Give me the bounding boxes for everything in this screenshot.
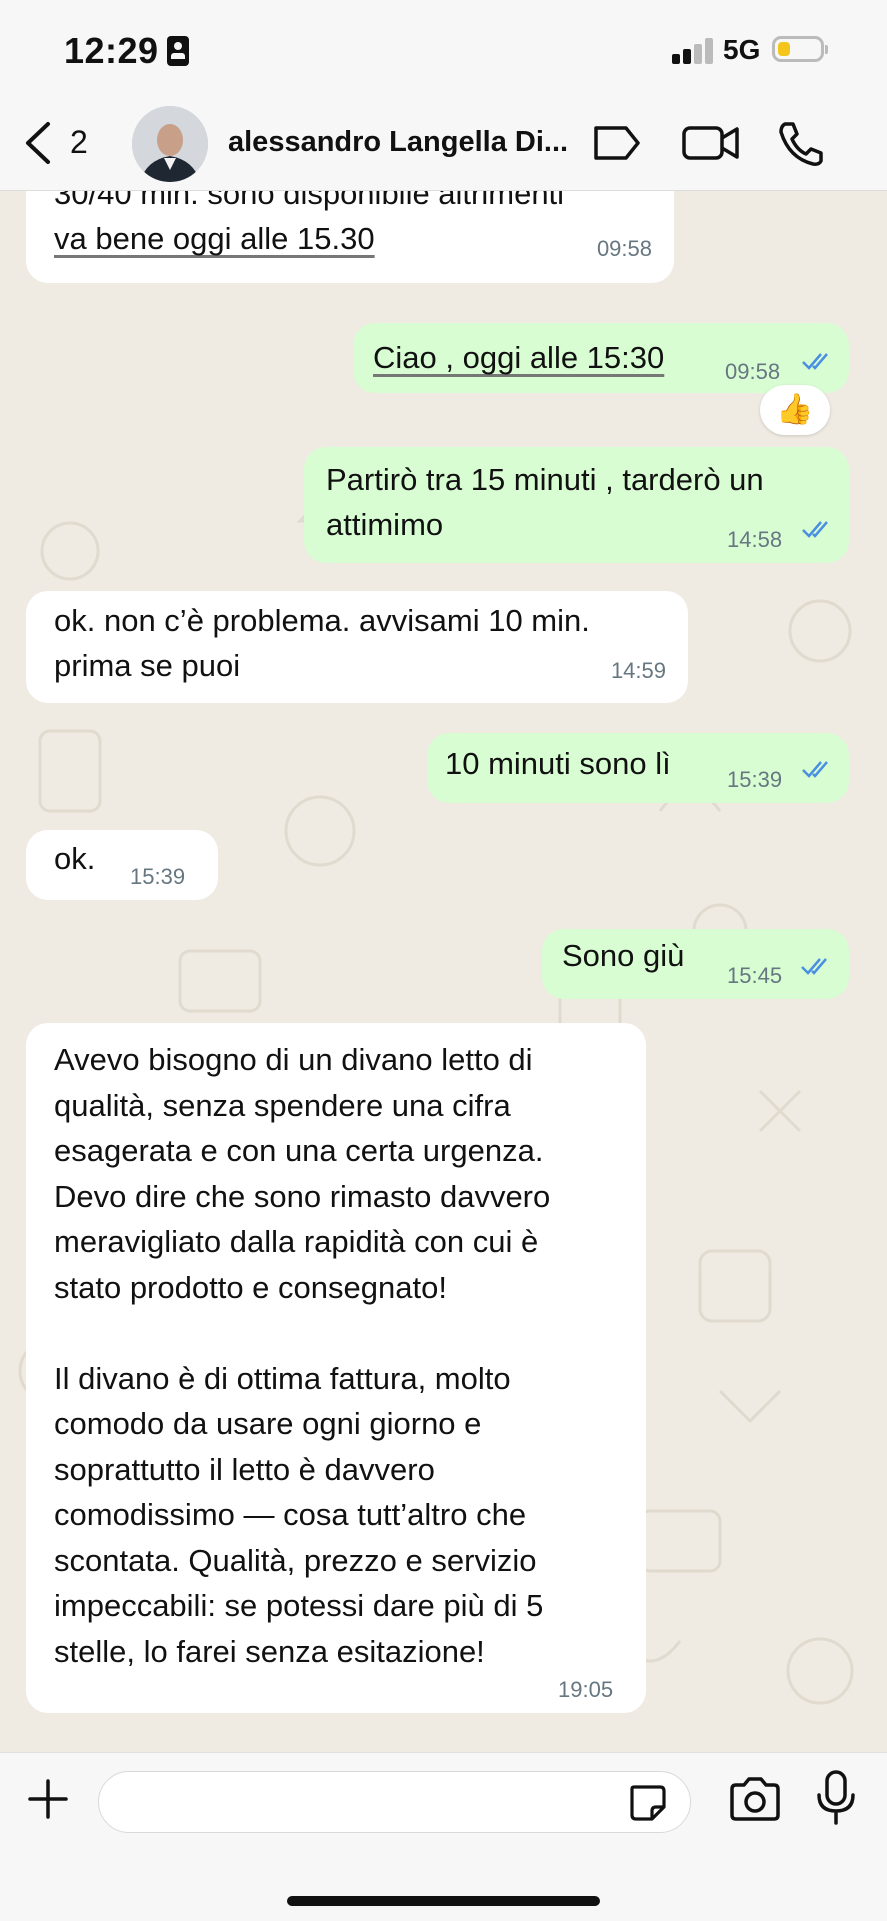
sticker-icon — [630, 1785, 666, 1821]
message-text: meravigliato dalla rapidità con cui è — [54, 1224, 539, 1259]
message-text: 30/40 min. sono disponibile altrimenti — [54, 191, 565, 211]
sticker-button[interactable] — [626, 1781, 670, 1830]
message-text: Avevo bisogno di un divano letto di — [54, 1042, 533, 1077]
message-bubble-incoming[interactable]: 19:05 Avevo bisogno di un divano letto d… — [26, 1023, 646, 1713]
microphone-button[interactable] — [814, 1769, 858, 1832]
message-text: prima se puoi — [54, 648, 241, 683]
double-check-icon — [802, 353, 828, 370]
message-text: Il divano è di ottima fattura, molto — [54, 1360, 511, 1396]
chat-header: 2 alessandro Langella Di... — [0, 100, 887, 191]
double-check-icon — [802, 521, 828, 538]
message-bubble-outgoing[interactable]: 10 minuti sono lì 15:39 — [427, 733, 849, 803]
message-time: 15:39 — [727, 767, 783, 792]
message-text: va bene oggi alle 15.30 — [54, 221, 375, 256]
message-time: 15:39 — [130, 864, 186, 889]
message-time: 15:45 — [727, 963, 783, 988]
message-text: impeccabili: se potessi dare più di 5 — [54, 1588, 544, 1623]
message-text: ok. non c’è problema. avvisami 10 min. — [54, 603, 590, 638]
chevron-left-icon — [26, 122, 50, 164]
message-time: 19:05 — [558, 1677, 614, 1702]
cellular-signal-icon — [672, 38, 714, 64]
home-indicator — [287, 1896, 600, 1906]
network-type: 5G — [723, 34, 761, 65]
message-bubble-incoming[interactable]: ok. non c’è problema. avvisami 10 min. p… — [26, 591, 688, 703]
message-text: stato prodotto e consegnato! — [54, 1269, 447, 1305]
message-time: 14:59 — [610, 658, 666, 683]
label-button[interactable] — [590, 118, 644, 173]
battery-icon — [772, 36, 828, 62]
message-text: 10 minuti sono lì — [445, 746, 671, 781]
message-text: attimimo — [326, 507, 444, 542]
battery-level — [778, 42, 790, 56]
contact-name[interactable]: alessandro Langella Di... — [228, 126, 568, 159]
message-text: ok. — [54, 841, 96, 876]
message-reaction[interactable]: 👍 — [760, 385, 830, 435]
microphone-icon — [817, 1770, 855, 1825]
phone-icon — [779, 122, 823, 166]
message-text: Sono giù — [562, 938, 685, 973]
message-text: esagerata e con una certa urgenza. — [54, 1133, 544, 1168]
plus-icon — [28, 1779, 68, 1819]
message-bubble-incoming[interactable]: 30/40 min. sono disponibile altrimenti v… — [26, 191, 674, 283]
message-text: soprattutto il letto è davvero — [54, 1451, 435, 1487]
message-bubble-outgoing[interactable]: Ciao , oggi alle 15:30 09:58 — [353, 323, 849, 393]
video-camera-icon — [682, 126, 739, 160]
attach-button[interactable] — [24, 1775, 72, 1828]
contact-avatar[interactable] — [132, 106, 208, 182]
voice-call-button[interactable] — [775, 118, 825, 173]
camera-icon — [730, 1777, 780, 1821]
tag-icon — [594, 126, 640, 160]
camera-button[interactable] — [728, 1773, 782, 1830]
message-time: 14:58 — [727, 527, 783, 552]
message-text: qualità, senza spendere una cifra — [54, 1087, 511, 1123]
message-bubble-outgoing[interactable]: Sono giù 15:45 — [542, 929, 849, 999]
double-check-icon — [801, 958, 827, 975]
message-text: comodo da usare ogni giorno e — [54, 1406, 482, 1441]
back-unread-count[interactable]: 2 — [70, 124, 88, 161]
video-call-button[interactable] — [681, 118, 741, 173]
message-text: Devo dire che sono rimasto davvero — [54, 1178, 551, 1214]
message-text: stelle, lo farei senza esitazione! — [54, 1633, 485, 1669]
chat-area[interactable]: 30/40 min. sono disponibile altrimenti v… — [0, 191, 887, 1751]
status-bar: 12:29 5G — [0, 0, 887, 100]
message-text: scontata. Qualità, prezzo e servizio — [54, 1542, 537, 1578]
contact-card-icon — [167, 36, 189, 66]
message-composer — [0, 1752, 887, 1921]
message-text: Partirò tra 15 minuti , tarderò un — [326, 462, 764, 497]
message-bubble-outgoing[interactable]: Partirò tra 15 minuti , tarderò un attim… — [304, 447, 849, 563]
double-check-icon — [802, 761, 828, 778]
message-bubble-incoming[interactable]: ok. 15:39 — [26, 830, 218, 900]
message-input[interactable] — [98, 1771, 691, 1833]
status-time: 12:29 — [64, 30, 159, 71]
message-text: Ciao , oggi alle 15:30 — [373, 340, 665, 375]
message-text: comodissimo — cosa tutt’altro che — [54, 1497, 527, 1532]
message-time: 09:58 — [596, 236, 652, 261]
